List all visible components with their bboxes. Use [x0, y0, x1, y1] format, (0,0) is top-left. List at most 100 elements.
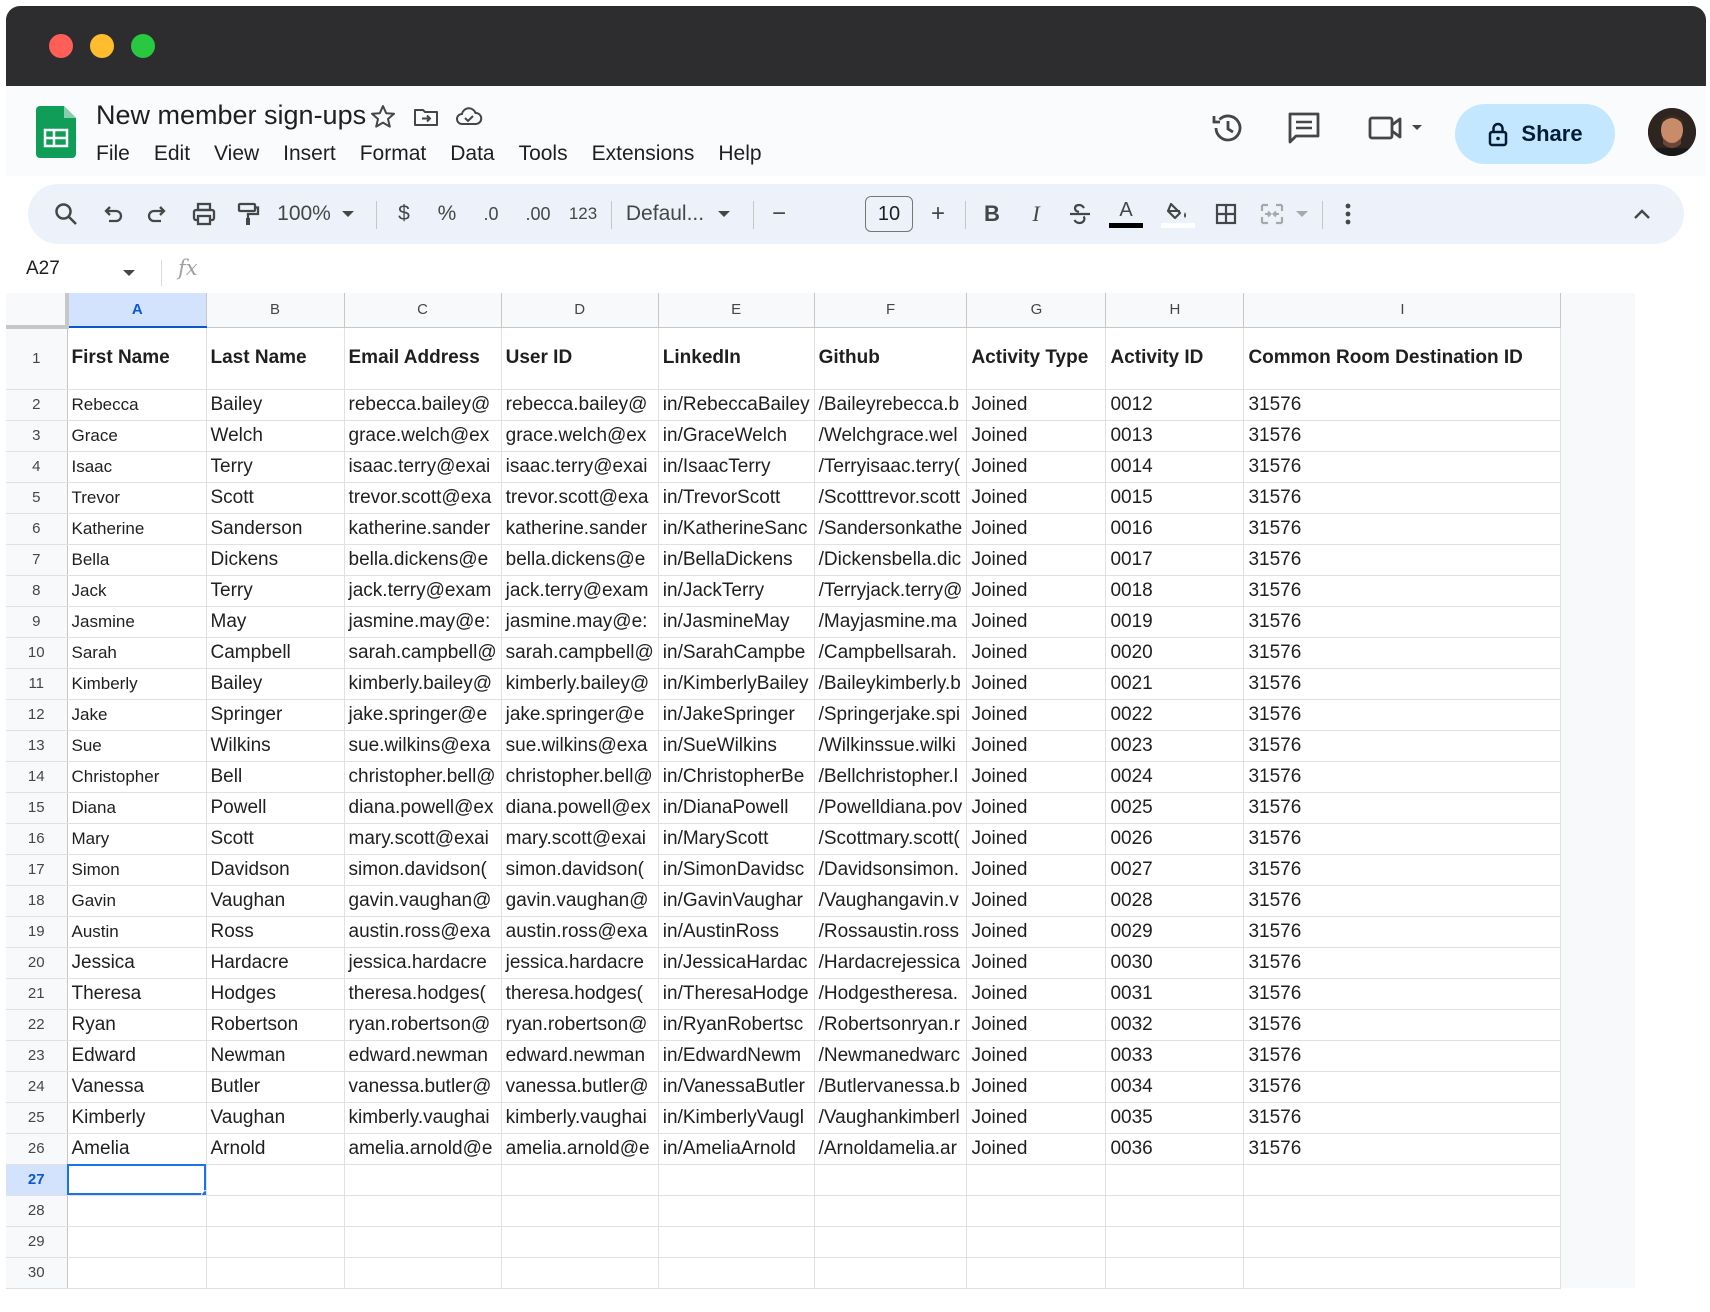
cell-g3[interactable]: Joined [966, 420, 1107, 452]
cell-d4[interactable]: isaac.terry@exai [501, 451, 659, 483]
cell-h25[interactable]: 0035 [1105, 1102, 1245, 1134]
cell-c26[interactable]: amelia.arnold@e [344, 1133, 502, 1165]
cell-f3[interactable]: /Welchgrace.wel [814, 420, 968, 452]
menu-format[interactable]: Format [360, 142, 439, 172]
cell-g23[interactable]: Joined [966, 1040, 1107, 1072]
cell-h17[interactable]: 0027 [1105, 854, 1245, 886]
cell-c15[interactable]: diana.powell@ex [344, 792, 502, 824]
cell-h21[interactable]: 0031 [1105, 978, 1245, 1010]
cell-h16[interactable]: 0026 [1105, 823, 1245, 855]
row-header-7[interactable]: 7 [6, 544, 68, 576]
cell-b9[interactable]: May [206, 606, 345, 638]
bold-button[interactable]: B [974, 184, 1010, 244]
cell-h14[interactable]: 0024 [1105, 761, 1245, 793]
sheets-logo-icon[interactable] [36, 106, 76, 158]
column-header-f[interactable]: F [814, 293, 968, 328]
cell-c23[interactable]: edward.newman [344, 1040, 502, 1072]
cell-g13[interactable]: Joined [966, 730, 1107, 762]
cell-e8[interactable]: in/JackTerry [658, 575, 815, 607]
cell-h15[interactable]: 0025 [1105, 792, 1245, 824]
row-header-28[interactable]: 28 [6, 1195, 68, 1227]
cell-i2[interactable]: 31576 [1243, 389, 1562, 421]
cell-b25[interactable]: Vaughan [206, 1102, 345, 1134]
cell-a19[interactable]: Austin [67, 916, 207, 948]
cell-g9[interactable]: Joined [966, 606, 1107, 638]
search-menus-button[interactable] [48, 184, 84, 244]
cell-i6[interactable]: 31576 [1243, 513, 1562, 545]
cell-g21[interactable]: Joined [966, 978, 1107, 1010]
cell-b20[interactable]: Hardacre [206, 947, 345, 979]
cell-c16[interactable]: mary.scott@exai [344, 823, 502, 855]
cell-g24[interactable]: Joined [966, 1071, 1107, 1103]
cell-b24[interactable]: Butler [206, 1071, 345, 1103]
cell-e28[interactable] [658, 1195, 815, 1227]
column-header-h[interactable]: H [1105, 293, 1245, 328]
cell-d30[interactable] [501, 1257, 659, 1289]
cell-c8[interactable]: jack.terry@exam [344, 575, 502, 607]
row-header-4[interactable]: 4 [6, 451, 68, 483]
cell-c18[interactable]: gavin.vaughan@ [344, 885, 502, 917]
cell-g22[interactable]: Joined [966, 1009, 1107, 1041]
cell-i25[interactable]: 31576 [1243, 1102, 1562, 1134]
cell-g12[interactable]: Joined [966, 699, 1107, 731]
cell-i18[interactable]: 31576 [1243, 885, 1562, 917]
cell-b21[interactable]: Hodges [206, 978, 345, 1010]
column-header-d[interactable]: D [501, 293, 659, 328]
row-header-12[interactable]: 12 [6, 699, 68, 731]
cell-b16[interactable]: Scott [206, 823, 345, 855]
cell-d22[interactable]: ryan.robertson@ [501, 1009, 659, 1041]
cell-f16[interactable]: /Scottmary.scott( [814, 823, 968, 855]
move-folder-icon[interactable] [411, 102, 441, 132]
cell-f7[interactable]: /Dickensbella.dic [814, 544, 968, 576]
more-options-button[interactable] [1330, 184, 1366, 244]
history-icon[interactable] [1208, 108, 1248, 148]
cell-a23[interactable]: Edward [67, 1040, 207, 1072]
strikethrough-button[interactable] [1062, 184, 1098, 244]
row-header-26[interactable]: 26 [6, 1133, 68, 1165]
cell-e22[interactable]: in/RyanRobertsc [658, 1009, 815, 1041]
cell-i15[interactable]: 31576 [1243, 792, 1562, 824]
cell-e10[interactable]: in/SarahCampbe [658, 637, 815, 669]
cell-c27[interactable] [344, 1164, 502, 1196]
cell-d26[interactable]: amelia.arnold@e [501, 1133, 659, 1165]
cell-i8[interactable]: 31576 [1243, 575, 1562, 607]
cell-a16[interactable]: Mary [67, 823, 207, 855]
cell-f22[interactable]: /Robertsonryan.r [814, 1009, 968, 1041]
cell-c21[interactable]: theresa.hodges( [344, 978, 502, 1010]
column-header-e[interactable]: E [658, 293, 815, 328]
row-header-15[interactable]: 15 [6, 792, 68, 824]
column-header-i[interactable]: I [1243, 293, 1562, 328]
cell-b10[interactable]: Campbell [206, 637, 345, 669]
cell-e18[interactable]: in/GavinVaughar [658, 885, 815, 917]
cell-a17[interactable]: Simon [67, 854, 207, 886]
share-button[interactable]: Share [1455, 104, 1615, 164]
cell-i20[interactable]: 31576 [1243, 947, 1562, 979]
cell-b18[interactable]: Vaughan [206, 885, 345, 917]
cell-e25[interactable]: in/KimberlyVaugl [658, 1102, 815, 1134]
cell-f20[interactable]: /Hardacrejessica [814, 947, 968, 979]
cell-f30[interactable] [814, 1257, 968, 1289]
menu-extensions[interactable]: Extensions [592, 142, 707, 172]
format-currency-button[interactable]: $ [386, 184, 422, 244]
cell-i13[interactable]: 31576 [1243, 730, 1562, 762]
name-box[interactable]: A27 [26, 258, 60, 280]
cell-h27[interactable] [1105, 1164, 1245, 1196]
cell-d1[interactable]: User ID [501, 327, 659, 390]
cell-h13[interactable]: 0023 [1105, 730, 1245, 762]
cell-a29[interactable] [67, 1226, 207, 1258]
cell-h24[interactable]: 0034 [1105, 1071, 1245, 1103]
cell-e29[interactable] [658, 1226, 815, 1258]
cell-a21[interactable]: Theresa [67, 978, 207, 1010]
column-header-c[interactable]: C [344, 293, 502, 328]
cell-d23[interactable]: edward.newman [501, 1040, 659, 1072]
cell-a4[interactable]: Isaac [67, 451, 207, 483]
paint-format-button[interactable] [230, 184, 266, 244]
cell-i4[interactable]: 31576 [1243, 451, 1562, 483]
cell-c5[interactable]: trevor.scott@exa [344, 482, 502, 514]
cell-f6[interactable]: /Sandersonkathe [814, 513, 968, 545]
cell-f29[interactable] [814, 1226, 968, 1258]
cell-b1[interactable]: Last Name [206, 327, 345, 390]
cell-b27[interactable] [206, 1164, 345, 1196]
cell-f19[interactable]: /Rossaustin.ross [814, 916, 968, 948]
cell-f27[interactable] [814, 1164, 968, 1196]
